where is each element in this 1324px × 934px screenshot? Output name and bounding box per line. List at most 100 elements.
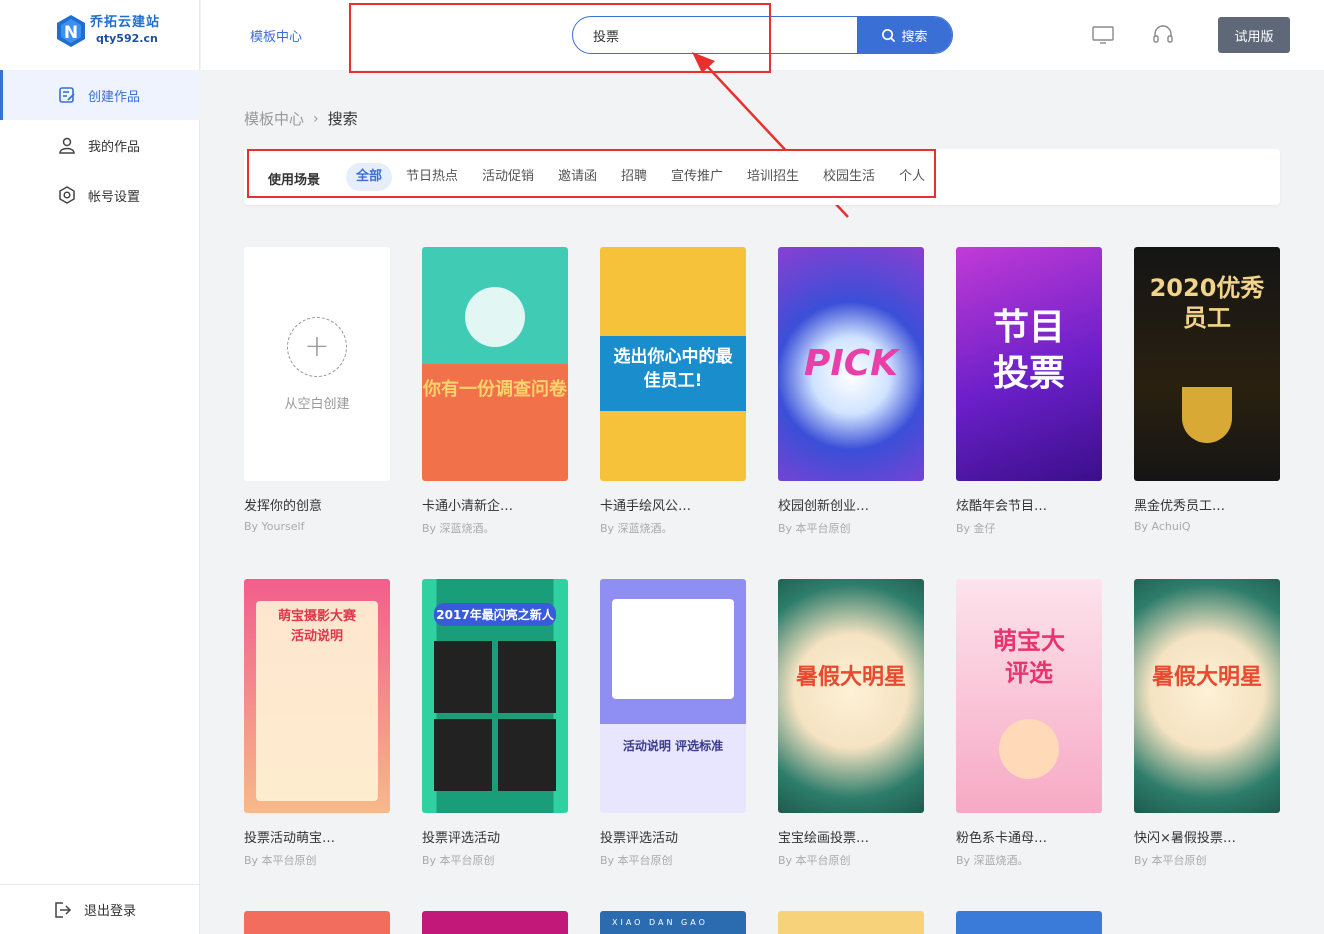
template-card-partial[interactable] [244, 911, 390, 934]
template-thumbnail[interactable]: 暑假大明星 [778, 579, 924, 813]
template-card[interactable]: 暑假大明星 快闪×暑假投票… By 本平台原创 [1134, 579, 1280, 868]
template-card[interactable]: 2020优秀员工 黑金优秀员工… By AchuiQ [1134, 247, 1280, 533]
card-author: By 本平台原创 [422, 854, 495, 867]
svg-text:N: N [64, 23, 78, 43]
card-author: By 本平台原创 [778, 854, 851, 867]
template-center-link[interactable]: 模板中心 [250, 26, 302, 45]
logout-button[interactable]: 退出登录 [0, 884, 200, 934]
monitor-icon[interactable] [1091, 23, 1115, 47]
card-title: 校园创新创业… [778, 499, 870, 514]
card-title: 卡通小清新企… [422, 499, 514, 514]
sidebar-item-account-settings[interactable]: 帐号设置 [0, 170, 200, 220]
template-card[interactable]: 2017年最闪亮之新人 投票评选活动 By 本平台原创 [422, 579, 568, 868]
template-card[interactable]: PICK 校园创新创业… By 本平台原创 [778, 247, 924, 536]
card-author: By 金仔 [956, 522, 996, 535]
template-thumbnail[interactable]: 2017年最闪亮之新人 [422, 579, 568, 813]
card-title: 投票评选活动 [600, 831, 679, 846]
blank-create-label: 从空白创建 [284, 396, 350, 412]
sidebar-item-label: 帐号设置 [88, 189, 141, 205]
template-card[interactable]: 选出你心中的最佳员工! 卡通手绘风公… By 深蓝烧酒。 [600, 247, 746, 536]
search-button-label: 搜索 [901, 29, 928, 45]
card-author: By 本平台原创 [1134, 854, 1207, 867]
template-card-partial[interactable] [778, 911, 924, 934]
template-thumbnail[interactable]: 萌宝摄影大赛活动说明 [244, 579, 390, 813]
trial-version-button[interactable]: 试用版 [1218, 17, 1290, 53]
filter-tab-recruitment[interactable]: 招聘 [611, 163, 657, 191]
template-thumbnail[interactable]: 萌宝大评选 [956, 579, 1102, 813]
edit-icon [59, 87, 75, 103]
blank-create-card[interactable]: + 从空白创建 发挥你的创意 By Yourself [244, 247, 390, 533]
card-author: By Yourself [244, 520, 305, 533]
card-title: 粉色系卡通母… [956, 831, 1048, 846]
filter-tab-marketing[interactable]: 宣传推广 [661, 163, 733, 191]
template-card[interactable]: 暑假大明星 宝宝绘画投票… By 本平台原创 [778, 579, 924, 868]
brand-logo[interactable]: N 乔拓云建站 qty592.cn [54, 14, 160, 48]
thumbnail-text: 活动说明 评选标准 [622, 739, 724, 753]
thumbnail-text: XIAO DAN GAO [612, 918, 708, 927]
card-author: By 本平台原创 [244, 854, 317, 867]
card-title: 快闪×暑假投票… [1134, 831, 1236, 846]
card-author: By 本平台原创 [778, 522, 851, 535]
template-card[interactable]: 你有一份调查问卷 卡通小清新企… By 深蓝烧酒。 [422, 247, 568, 536]
template-card-partial[interactable] [422, 911, 568, 934]
headset-icon[interactable] [1151, 23, 1175, 47]
filter-tab-all[interactable]: 全部 [346, 163, 393, 191]
brand-name: 乔拓云建站 [90, 15, 161, 30]
thumbnail-text: 萌宝大评选 [993, 627, 1065, 687]
search-button[interactable]: 搜索 [857, 17, 952, 53]
template-card-partial[interactable] [956, 911, 1102, 934]
breadcrumb-current: 搜索 [327, 110, 358, 128]
thumbnail-text: 2020优秀员工 [1149, 274, 1265, 332]
template-card[interactable]: 活动说明 评选标准 投票评选活动 By 本平台原创 [600, 579, 746, 868]
logout-label: 退出登录 [84, 904, 137, 919]
sidebar-item-label: 我的作品 [88, 139, 141, 155]
sidebar-item-create[interactable]: 创建作品 [0, 70, 200, 120]
logout-icon [55, 901, 72, 918]
filter-tab-invitation[interactable]: 邀请函 [548, 163, 607, 191]
card-title: 投票活动萌宝… [244, 831, 336, 846]
filter-tab-campus[interactable]: 校园生活 [813, 163, 885, 191]
search-icon [882, 28, 896, 42]
breadcrumb-root[interactable]: 模板中心 [244, 108, 304, 129]
filter-label: 使用场景 [268, 173, 321, 188]
card-author: By AchuiQ [1134, 520, 1191, 533]
template-card-partial[interactable]: XIAO DAN GAO [600, 911, 746, 934]
thumbnail-text: 暑假大明星 [795, 665, 906, 690]
card-title: 黑金优秀员工… [1134, 499, 1226, 514]
filter-tab-promotion[interactable]: 活动促销 [472, 163, 544, 191]
template-thumbnail[interactable]: 2020优秀员工 [1134, 247, 1280, 481]
thumbnail-text: 选出你心中的最佳员工! [613, 347, 733, 391]
template-card[interactable]: 萌宝摄影大赛活动说明 投票活动萌宝… By 本平台原创 [244, 579, 390, 868]
logo-icon: N [54, 14, 88, 48]
card-title: 宝宝绘画投票… [778, 831, 870, 846]
card-author: By 本平台原创 [600, 854, 673, 867]
card-author: By 深蓝烧酒。 [956, 854, 1029, 867]
plus-icon: + [287, 316, 347, 377]
thumbnail-text: PICK [803, 343, 899, 384]
thumbnail-text: 暑假大明星 [1151, 665, 1262, 690]
template-thumbnail[interactable]: 暑假大明星 [1134, 579, 1280, 813]
thumbnail-text: 你有一份调查问卷 [423, 379, 567, 400]
card-title: 投票评选活动 [422, 831, 501, 846]
template-thumbnail[interactable]: PICK [778, 247, 924, 481]
thumbnail-text: 2017年最闪亮之新人 [434, 603, 556, 626]
template-thumbnail[interactable]: 节目投票 [956, 247, 1102, 481]
search-highlight-box [349, 3, 771, 73]
card-title: 发挥你的创意 [244, 499, 323, 514]
template-thumbnail[interactable]: 活动说明 评选标准 [600, 579, 746, 813]
template-thumbnail[interactable]: 选出你心中的最佳员工! [600, 247, 746, 481]
blank-thumbnail[interactable]: + 从空白创建 [244, 247, 390, 481]
filter-tab-personal[interactable]: 个人 [889, 163, 935, 191]
card-author: By 深蓝烧酒。 [600, 522, 673, 535]
filter-tab-festival[interactable]: 节日热点 [396, 163, 468, 191]
template-thumbnail[interactable]: 你有一份调查问卷 [422, 247, 568, 481]
sidebar-item-label: 创建作品 [88, 89, 141, 105]
sidebar-item-my-works[interactable]: 我的作品 [0, 120, 200, 170]
thumbnail-text: 节目投票 [992, 307, 1065, 394]
brand-url: qty592.cn [96, 32, 158, 45]
template-card[interactable]: 节目投票 炫酷年会节目… By 金仔 [956, 247, 1102, 536]
template-card[interactable]: 萌宝大评选 粉色系卡通母… By 深蓝烧酒。 [956, 579, 1102, 868]
filter-tab-training[interactable]: 培训招生 [737, 163, 809, 191]
breadcrumb-separator: › [313, 110, 319, 127]
card-title: 炫酷年会节目… [956, 499, 1048, 514]
